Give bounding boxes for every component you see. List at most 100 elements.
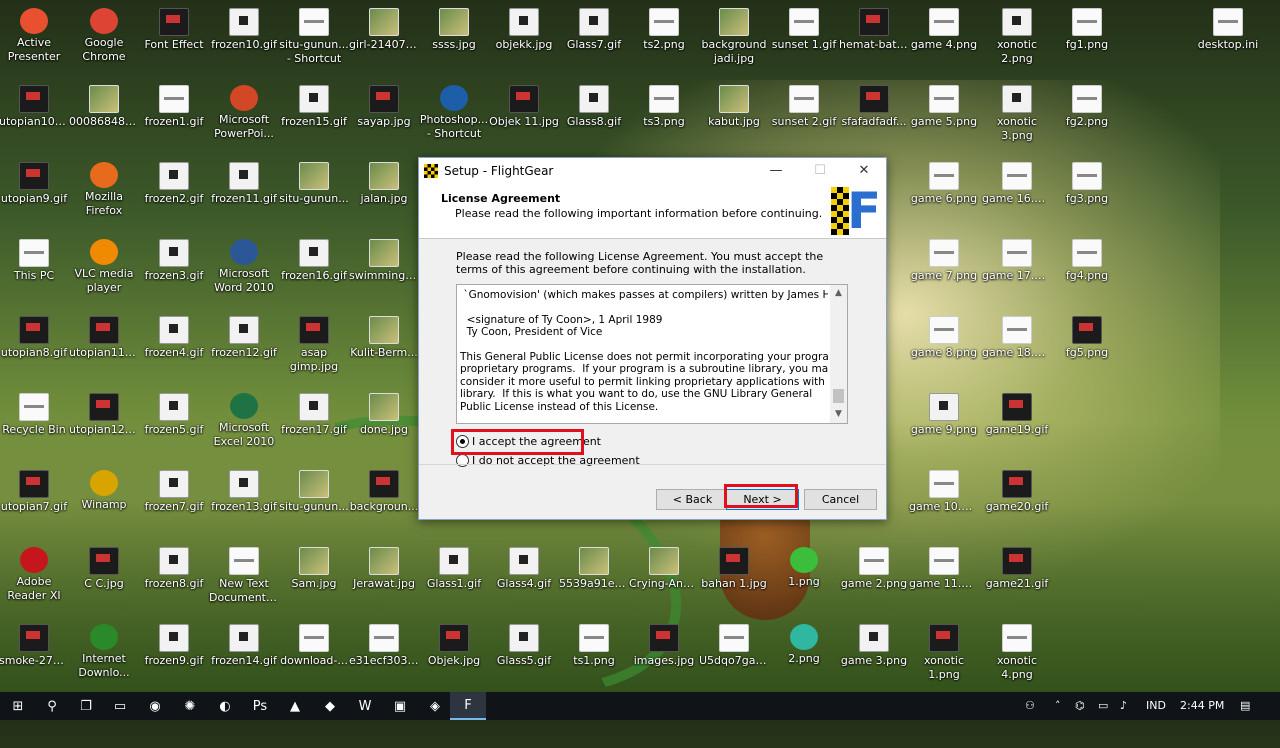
desktop-icon[interactable]: sayap.jpg [348, 77, 420, 151]
desktop-icon[interactable]: game 17.png [981, 231, 1053, 305]
taskbar-app-icon[interactable]: ◈ [425, 696, 445, 716]
desktop-icon[interactable]: Glass1.gif [418, 539, 490, 613]
minimize-button[interactable]: — [754, 158, 798, 183]
desktop-icon[interactable]: Active Presenter [0, 0, 70, 74]
desktop-icon[interactable]: Crying-Ang... [628, 539, 700, 613]
desktop-icon[interactable]: frozen10.gif [208, 0, 280, 74]
desktop-icon[interactable]: images.jpg [628, 616, 700, 690]
desktop-icon[interactable]: Microsoft PowerPoi... [208, 77, 280, 151]
desktop-icon[interactable]: hemat-batr... [838, 0, 910, 74]
desktop-icon[interactable]: kabut.jpg [698, 77, 770, 151]
desktop-icon[interactable]: frozen5.gif [138, 385, 210, 459]
desktop-icon[interactable]: VLC media player [68, 231, 140, 305]
desktop-icon[interactable]: game 4.png [908, 0, 980, 74]
decline-radio-dot[interactable] [456, 454, 469, 467]
desktop-icon[interactable]: frozen4.gif [138, 308, 210, 382]
desktop-icon[interactable]: Objek.jpg [418, 616, 490, 690]
desktop-icon[interactable]: Winamp [68, 462, 140, 536]
file-explorer-icon[interactable]: ▭ [110, 696, 130, 716]
desktop-icon[interactable]: frozen14.gif [208, 616, 280, 690]
desktop-icon[interactable]: U5dqo7gaa... [698, 616, 770, 690]
photoshop-icon[interactable]: Ps [250, 696, 270, 716]
desktop-icon[interactable]: utopian10.gif [0, 77, 70, 151]
desktop-icon[interactable]: xonotic 4.png [981, 616, 1053, 690]
desktop-icon[interactable]: frozen9.gif [138, 616, 210, 690]
desktop-icon[interactable]: game21.gif [981, 539, 1053, 613]
desktop-icon[interactable]: bahan 1.jpg [698, 539, 770, 613]
desktop-icon[interactable]: frozen16.gif [278, 231, 350, 305]
desktop-icon[interactable]: sfafadfadf... [838, 77, 910, 151]
desktop-icon[interactable]: xonotic 2.png [981, 0, 1053, 74]
desktop-icon[interactable]: fg5.png [1051, 308, 1123, 382]
desktop-icon[interactable]: game 16.png [981, 154, 1053, 228]
desktop-icon[interactable]: ts2.png [628, 0, 700, 74]
desktop-icon[interactable]: situ-gunun... - Shortcut [278, 0, 350, 74]
desktop-icon[interactable]: 5539a91e17... [558, 539, 630, 613]
desktop-icon[interactable]: e31ecf3030... [348, 616, 420, 690]
taskbar-app-icon[interactable]: ◐ [215, 696, 235, 716]
desktop-icon[interactable]: situ-gunun... [278, 462, 350, 536]
desktop-icon[interactable]: game20.gif [981, 462, 1053, 536]
desktop-icon[interactable]: fg4.png [1051, 231, 1123, 305]
desktop-icon[interactable]: ts3.png [628, 77, 700, 151]
desktop-icon[interactable]: game 8.png [908, 308, 980, 382]
desktop-icon[interactable]: New Text Document.... [208, 539, 280, 613]
task-view-icon[interactable]: ❐ [76, 696, 96, 716]
desktop-icon[interactable]: game 9.png [908, 385, 980, 459]
desktop-icon[interactable]: utopian8.gif [0, 308, 70, 382]
battery-icon[interactable]: ▭ [1098, 692, 1108, 720]
desktop-icon[interactable]: xonotic 3.png [981, 77, 1053, 151]
desktop-icon[interactable]: utopian9.gif [0, 154, 70, 228]
desktop-icon[interactable]: Glass7.gif [558, 0, 630, 74]
desktop-icon[interactable]: Kulit-Berm... [348, 308, 420, 382]
desktop-icon[interactable]: swimming.... [348, 231, 420, 305]
desktop-icon[interactable]: Internet Downlo... [68, 616, 140, 690]
desktop-icon[interactable]: frozen11.gif [208, 154, 280, 228]
notification-icon[interactable]: ▤ [1240, 692, 1250, 720]
desktop-icon[interactable]: fg1.png [1051, 0, 1123, 74]
taskbar-app-icon[interactable]: ◆ [320, 696, 340, 716]
desktop-icon[interactable]: ssss.jpg [418, 0, 490, 74]
desktop-icon[interactable]: Photoshop... - Shortcut [418, 77, 490, 151]
desktop-icon[interactable]: download-... [278, 616, 350, 690]
language-indicator[interactable]: IND [1146, 692, 1166, 720]
desktop-icon[interactable]: 00086848.jpg [68, 77, 140, 151]
volume-icon[interactable]: ♪ [1120, 692, 1127, 720]
people-icon[interactable]: ⚇ [1025, 692, 1035, 720]
desktop-icon[interactable]: Objek 11.jpg [488, 77, 560, 151]
desktop-icon[interactable]: Mozilla Firefox [68, 154, 140, 228]
scroll-down-icon[interactable]: ▼ [830, 406, 847, 423]
desktop-icon[interactable]: game 3.png [838, 616, 910, 690]
license-textbox[interactable]: `Gnomovision' (which makes passes at com… [456, 284, 848, 424]
desktop-icon[interactable]: backgroun... [348, 462, 420, 536]
desktop-icon[interactable]: done.jpg [348, 385, 420, 459]
desktop-icon[interactable]: game 5.png [908, 77, 980, 151]
desktop-icon[interactable]: game 7.png [908, 231, 980, 305]
desktop-icon[interactable]: sunset 2.gif [768, 77, 840, 151]
desktop-icon[interactable]: frozen1.gif [138, 77, 210, 151]
photos-icon[interactable]: ▣ [390, 696, 410, 716]
desktop-icon[interactable]: background jadi.jpg [698, 0, 770, 74]
tray-chevron-icon[interactable]: ˄ [1055, 692, 1061, 720]
desktop-icon[interactable]: fg3.png [1051, 154, 1123, 228]
desktop-icon[interactable]: frozen2.gif [138, 154, 210, 228]
desktop-icon[interactable]: Adobe Reader XI [0, 539, 70, 613]
network-icon[interactable]: ⌬ [1075, 692, 1085, 720]
desktop-icon[interactable]: game 18.png [981, 308, 1053, 382]
desktop-icon[interactable]: utopian12.gif [68, 385, 140, 459]
decline-radio[interactable]: I do not accept the agreement [456, 454, 640, 467]
scrollbar-thumb[interactable] [833, 389, 844, 403]
desktop-icon[interactable]: Recycle Bin [0, 385, 70, 459]
desktop-icon[interactable]: girl-214072... [348, 0, 420, 74]
word-icon[interactable]: W [355, 696, 375, 716]
license-scrollbar[interactable]: ▲ ▼ [830, 285, 847, 423]
desktop-icon[interactable]: desktop.ini [1192, 0, 1264, 74]
desktop-icon[interactable]: 1.png [768, 539, 840, 613]
desktop-icon[interactable]: frozen3.gif [138, 231, 210, 305]
desktop-icon[interactable]: 2.png [768, 616, 840, 690]
desktop-icon[interactable]: game 6.png [908, 154, 980, 228]
scroll-up-icon[interactable]: ▲ [830, 285, 847, 302]
desktop-icon[interactable]: jalan.jpg [348, 154, 420, 228]
desktop-icon[interactable]: frozen15.gif [278, 77, 350, 151]
desktop-icon[interactable]: xonotic 1.png [908, 616, 980, 690]
